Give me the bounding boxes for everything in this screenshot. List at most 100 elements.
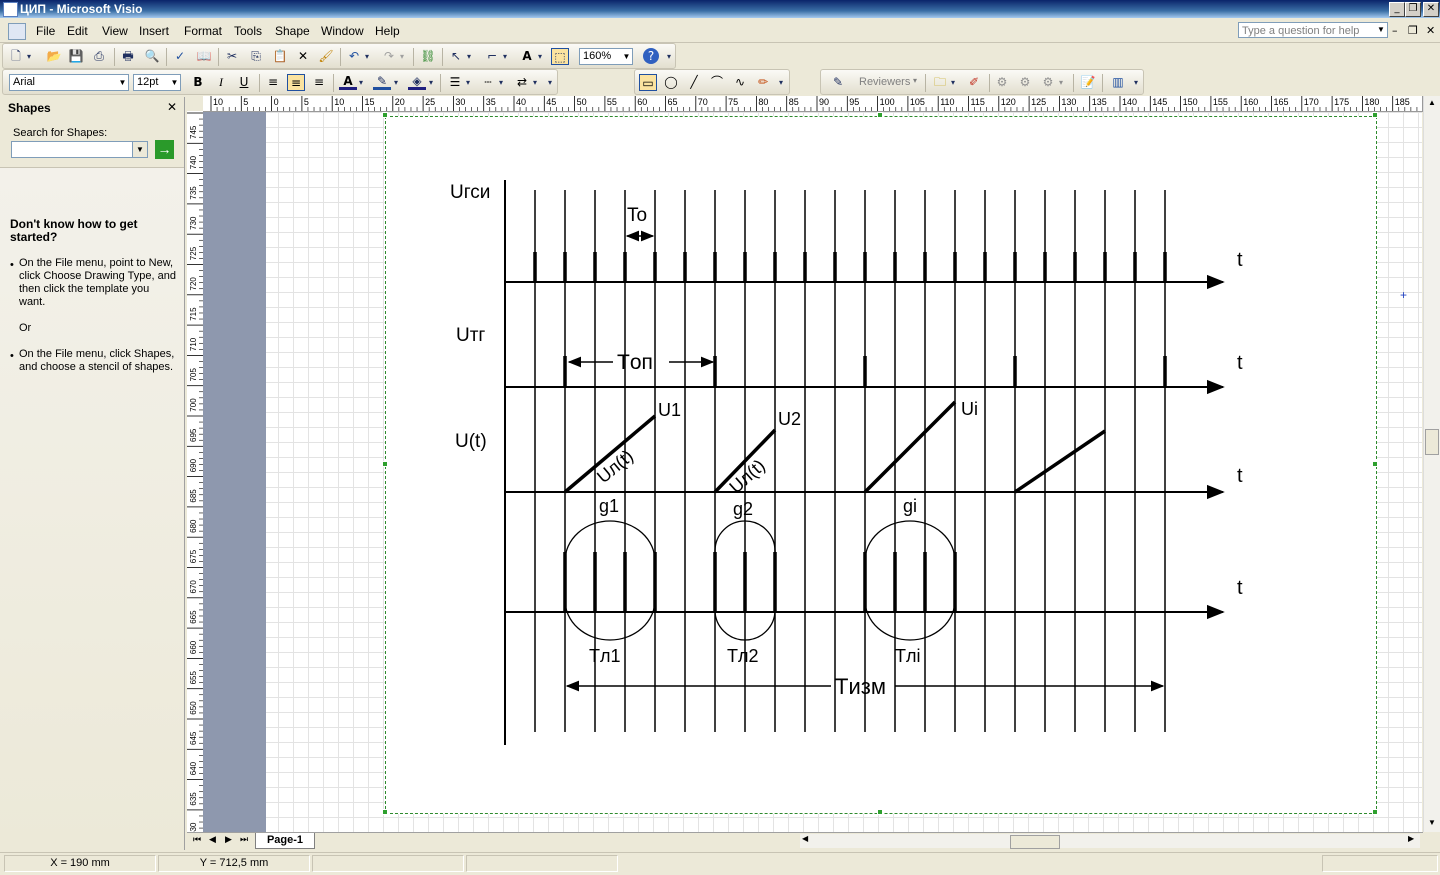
doc-close-button[interactable]: ✕ xyxy=(1426,24,1435,37)
align-left-icon[interactable]: ≡ xyxy=(264,74,282,91)
insert-hyperlink-icon[interactable]: ⛓ xyxy=(419,48,437,65)
font-combo[interactable]: Arial ▼ xyxy=(9,74,129,91)
scroll-up-icon[interactable]: ▲ xyxy=(1424,96,1440,110)
delete-icon[interactable]: ✕ xyxy=(294,48,312,65)
menu-window[interactable]: Window xyxy=(321,24,364,38)
menu-shape[interactable]: Shape xyxy=(275,24,310,38)
line-weight-icon[interactable]: ☰ xyxy=(446,74,464,91)
formatting-options-icon[interactable]: ▾ xyxy=(545,74,555,91)
zoom-combo[interactable]: 160% ▼ xyxy=(579,48,633,65)
shapes-window-icon[interactable]: ⬚ xyxy=(551,48,569,65)
scroll-down-icon[interactable]: ▼ xyxy=(1424,816,1440,830)
fill-color-dropdown-icon[interactable]: ▾ xyxy=(427,74,435,91)
redo-dropdown-icon[interactable]: ▾ xyxy=(398,48,406,65)
drawing-canvas[interactable]: + Uгси To Uтг Tоп U(t) U1 U2 Ui Uл(t) Uл… xyxy=(203,112,1422,832)
new-dropdown-icon[interactable]: ▾ xyxy=(25,48,33,65)
menu-help[interactable]: Help xyxy=(375,24,400,38)
label-axis-t3[interactable]: t xyxy=(1237,465,1243,487)
label-ul2[interactable]: Uл(t) xyxy=(725,455,768,497)
label-to[interactable]: To xyxy=(627,205,647,226)
vertical-ruler[interactable]: 745 740 735 730 725 720 715 710 705 700 695 690 685 6… xyxy=(187,111,204,836)
accept-markup-icon[interactable]: ⚙ xyxy=(1039,74,1057,91)
label-utg[interactable]: Uтг xyxy=(456,325,485,346)
vertical-scrollbar[interactable]: ▲ ▼ xyxy=(1423,96,1440,832)
help-question-input[interactable]: Type a question for help xyxy=(1238,22,1388,38)
label-axis-t4[interactable]: t xyxy=(1237,577,1243,599)
tab-page-1[interactable]: Page-1 xyxy=(255,833,315,849)
format-painter-icon[interactable]: 🖌 xyxy=(317,48,335,65)
minimize-button[interactable]: _ xyxy=(1389,2,1405,17)
search-shapes-dropdown-icon[interactable]: ▼ xyxy=(132,141,148,158)
label-g2[interactable]: g2 xyxy=(733,499,753,519)
label-ui[interactable]: Ui xyxy=(961,399,978,419)
label-tli[interactable]: Tлi xyxy=(895,646,921,666)
label-axis-t1[interactable]: t xyxy=(1237,249,1243,271)
insert-comment-icon[interactable]: 🗀 xyxy=(931,74,949,91)
track-markup-icon[interactable]: ✎ xyxy=(829,74,847,91)
rectangle-tool-icon[interactable]: ▭ xyxy=(639,74,657,91)
document-icon[interactable] xyxy=(8,23,26,40)
align-center-icon[interactable]: ≡ xyxy=(287,74,305,91)
paste-icon[interactable]: 📋 xyxy=(271,48,289,65)
toolbar-options-icon[interactable]: ▾ xyxy=(664,48,674,65)
reviewing-options-icon[interactable]: ▾ xyxy=(1131,74,1141,91)
text-dropdown-icon[interactable]: ▾ xyxy=(536,48,544,65)
visio-app-icon[interactable] xyxy=(3,2,18,17)
horizontal-ruler[interactable]: 10 5 0 5 10 15 20 25 30 35 40 45 50 55 60 65 70 75 80 85 90 9… xyxy=(203,96,1440,112)
font-size-dropdown-arrow[interactable]: ▼ xyxy=(169,75,180,90)
label-tl1[interactable]: Tл1 xyxy=(589,646,621,666)
line-color-icon[interactable]: ✎ xyxy=(373,74,391,90)
line-tool-icon[interactable]: ╱ xyxy=(685,74,703,91)
label-gi[interactable]: gi xyxy=(903,496,917,516)
font-color-dropdown-icon[interactable]: ▾ xyxy=(357,74,365,91)
redo-icon[interactable]: ↷ xyxy=(380,48,398,65)
italic-button[interactable]: I xyxy=(212,74,230,91)
open-icon[interactable]: 📂 xyxy=(45,48,63,65)
search-shapes-input[interactable] xyxy=(11,141,133,158)
label-ugsi[interactable]: Uгси xyxy=(450,182,490,203)
horizontal-scroll-thumb[interactable] xyxy=(1010,835,1060,849)
restore-button[interactable]: ❐ xyxy=(1405,2,1421,17)
line-pattern-dropdown-icon[interactable]: ▾ xyxy=(497,74,505,91)
previous-page-icon[interactable]: ◀ xyxy=(209,834,216,845)
menu-format[interactable]: Format xyxy=(184,24,222,38)
previous-markup-icon[interactable]: ⚙ xyxy=(993,74,1011,91)
accept-dropdown-icon[interactable]: ▾ xyxy=(1057,74,1065,91)
spelling-icon[interactable]: ✓ xyxy=(171,48,189,65)
scroll-left-icon[interactable]: ◀ xyxy=(802,834,808,843)
freeform-tool-icon[interactable]: ∿ xyxy=(731,74,749,91)
menu-file[interactable]: File xyxy=(36,24,55,38)
save-icon[interactable]: 💾 xyxy=(67,48,85,65)
horizontal-scrollbar[interactable]: ◀ ▶ xyxy=(800,834,1420,849)
close-button[interactable]: ✕ xyxy=(1423,2,1439,17)
connector-tool-icon[interactable]: ⌐ xyxy=(483,48,501,65)
shapes-pane-close-icon[interactable]: ✕ xyxy=(167,100,177,114)
label-g1[interactable]: g1 xyxy=(599,496,619,516)
print-preview-icon[interactable]: 🔍 xyxy=(143,48,161,65)
bold-button[interactable]: B xyxy=(189,74,207,91)
label-u2[interactable]: U2 xyxy=(778,409,801,429)
undo-icon[interactable]: ↶ xyxy=(345,48,363,65)
label-top[interactable]: Tоп xyxy=(617,351,653,374)
font-size-combo[interactable]: 12pt ▼ xyxy=(133,74,181,91)
menu-insert[interactable]: Insert xyxy=(139,24,169,38)
label-ut[interactable]: U(t) xyxy=(455,431,487,452)
pointer-dropdown-icon[interactable]: ▾ xyxy=(465,48,473,65)
align-right-icon[interactable]: ≡ xyxy=(310,74,328,91)
edit-comment-icon[interactable]: 📝 xyxy=(1079,74,1097,91)
font-dropdown-arrow[interactable]: ▼ xyxy=(117,75,128,90)
doc-restore-button[interactable]: ❐ xyxy=(1408,24,1418,37)
ruler-corner[interactable] xyxy=(187,96,204,112)
doc-minimize-button[interactable]: – xyxy=(1392,24,1398,37)
text-tool-icon[interactable]: A xyxy=(518,48,536,65)
help-icon[interactable]: ? xyxy=(643,48,659,64)
timing-diagram[interactable]: Uгси To Uтг Tоп U(t) U1 U2 Ui Uл(t) Uл(t… xyxy=(203,112,1422,832)
line-ends-dropdown-icon[interactable]: ▾ xyxy=(531,74,539,91)
copy-icon[interactable]: ⎘ xyxy=(247,48,265,65)
new-icon[interactable]: 🗋 xyxy=(7,48,25,65)
line-weight-dropdown-icon[interactable]: ▾ xyxy=(464,74,472,91)
underline-button[interactable]: U xyxy=(235,74,253,91)
line-pattern-icon[interactable]: ┄ xyxy=(479,74,497,91)
zoom-dropdown-arrow[interactable]: ▼ xyxy=(621,49,632,64)
line-ends-icon[interactable]: ⇄ xyxy=(513,74,531,91)
